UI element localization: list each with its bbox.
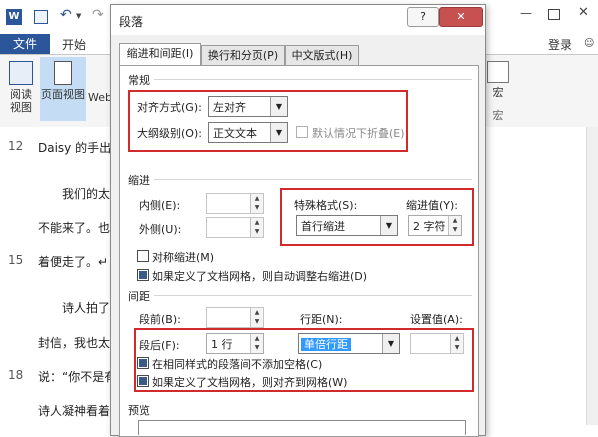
spinner-arrows-icon: ▲ ▼ xyxy=(250,218,263,237)
outline-level-value: 正文文本 xyxy=(213,127,257,140)
read-view-icon xyxy=(9,61,33,85)
preview-box xyxy=(138,420,466,435)
special-format-value: 首行缩进 xyxy=(301,220,345,233)
ribbon-collapse-icon[interactable]: ☺ xyxy=(584,38,594,49)
line-number: 18 xyxy=(8,368,24,382)
alignment-value: 左对齐 xyxy=(213,101,246,114)
chevron-down-icon: ▼ xyxy=(270,97,287,116)
spinner-arrows-icon: ▲ ▼ xyxy=(450,334,463,353)
dialog-title-bar: 段落 ? ✕ xyxy=(111,5,485,35)
space-before-spinner[interactable]: ▲ ▼ xyxy=(206,307,264,328)
inside-indent-label: 内侧(E): xyxy=(139,199,181,212)
line-number: 12 xyxy=(8,139,24,153)
indent-separator xyxy=(154,179,472,180)
collapse-label: 默认情况下折叠(E) xyxy=(312,127,405,140)
special-format-label: 特殊格式(S): xyxy=(294,199,358,212)
mirror-indent-checkbox[interactable] xyxy=(137,250,149,262)
undo-icon[interactable]: ↶ xyxy=(60,7,72,23)
auto-adjust-right-indent-label: 如果定义了文档网格，则自动调整右缩进(D) xyxy=(152,270,368,283)
dialog-title: 段落 xyxy=(119,15,144,29)
collapse-checkbox[interactable] xyxy=(296,126,308,138)
home-tab[interactable]: 开始 xyxy=(62,36,86,53)
page-view-button[interactable]: 页面视图 xyxy=(40,57,86,121)
special-format-select[interactable]: 首行缩进 ▼ xyxy=(296,215,398,236)
tab-line-page-breaks[interactable]: 换行和分页(P) xyxy=(201,45,285,66)
no-space-same-style-checkbox[interactable] xyxy=(137,357,149,369)
doc-line: 说：“你不是有 xyxy=(38,370,117,384)
line-spacing-value: 单倍行距 xyxy=(301,336,351,352)
outside-indent-spinner[interactable]: ▲ ▼ xyxy=(206,217,264,238)
macro-group-label: 宏 xyxy=(492,109,504,122)
alignment-select[interactable]: 左对齐 ▼ xyxy=(208,96,288,117)
close-button[interactable]: ✕ xyxy=(439,7,483,27)
outside-indent-label: 外侧(U): xyxy=(139,223,182,236)
mirror-indent-label: 对称缩进(M) xyxy=(152,251,215,264)
space-after-value: 1 行 xyxy=(211,338,233,351)
tab-panel: 常规 对齐方式(G): 左对齐 ▼ 大纲级别(O): 正文文本 ▼ 默认情况下折… xyxy=(119,65,479,437)
spacing-separator xyxy=(154,295,472,296)
login-link[interactable]: 登录 xyxy=(548,36,572,53)
snap-to-grid-checkbox[interactable] xyxy=(137,375,149,387)
window-maximize-icon[interactable] xyxy=(548,9,560,20)
word-logo-icon: W xyxy=(6,9,22,25)
line-spacing-select[interactable]: 单倍行距 ▼ xyxy=(298,333,400,354)
read-view-button[interactable]: 阅读 视图 xyxy=(4,61,38,114)
macro-icon xyxy=(487,61,509,83)
at-label: 设置值(A): xyxy=(410,313,463,326)
space-after-label: 段后(F): xyxy=(139,339,180,352)
chevron-down-icon: ▼ xyxy=(382,334,399,353)
doc-line: 着便走了。↵ xyxy=(38,255,109,269)
undo-dropdown-icon[interactable]: ▼ xyxy=(76,12,81,20)
read-view-label-2: 视图 xyxy=(10,101,32,114)
inside-indent-spinner[interactable]: ▲ ▼ xyxy=(206,193,264,214)
spinner-arrows-icon: ▲ ▼ xyxy=(250,308,263,327)
line-number: 15 xyxy=(8,253,24,267)
macro-label: 宏 xyxy=(492,86,504,99)
spinner-arrows-icon: ▲ ▼ xyxy=(250,334,263,353)
tab-indents-spacing[interactable]: 缩进和间距(I) xyxy=(119,43,201,67)
space-before-label: 段前(B): xyxy=(139,313,181,326)
chevron-down-icon: ▼ xyxy=(380,216,397,235)
web-view-label: Web xyxy=(88,91,112,104)
snap-to-grid-label: 如果定义了文档网格，则对齐到网格(W) xyxy=(152,376,348,389)
page-view-label: 页面视图 xyxy=(41,88,85,101)
vertical-scrollbar[interactable] xyxy=(586,127,598,425)
web-view-button[interactable]: Web xyxy=(88,91,112,104)
general-separator xyxy=(154,79,472,80)
paragraph-dialog: 段落 ? ✕ 缩进和间距(I) 换行和分页(P) 中文版式(H) 常规 对齐方式… xyxy=(110,4,486,437)
at-spinner[interactable]: ▲ ▼ xyxy=(410,333,464,354)
chevron-down-icon: ▼ xyxy=(270,123,287,142)
tab-asian-typography[interactable]: 中文版式(H) xyxy=(285,45,359,66)
space-after-spinner[interactable]: 1 行 ▲ ▼ xyxy=(206,333,264,354)
indent-section-header: 缩进 xyxy=(128,174,150,187)
spacing-section-header: 间距 xyxy=(128,290,150,303)
outline-level-select[interactable]: 正文文本 ▼ xyxy=(208,122,288,143)
general-section-header: 常规 xyxy=(128,74,150,87)
auto-adjust-right-indent-checkbox[interactable] xyxy=(137,269,149,281)
line-spacing-selected-text: 单倍行距 xyxy=(301,338,351,351)
alignment-label: 对齐方式(G): xyxy=(137,101,202,114)
spinner-arrows-icon: ▲ ▼ xyxy=(448,216,461,235)
macro-button[interactable]: 宏 xyxy=(484,61,512,99)
window-minimize-icon[interactable]: — xyxy=(520,6,532,20)
page-view-icon xyxy=(54,61,72,85)
indent-by-spinner[interactable]: 2 字符 ▲ ▼ xyxy=(408,215,462,236)
save-icon[interactable] xyxy=(34,10,48,24)
window-close-icon[interactable]: ✕ xyxy=(578,5,589,20)
indent-by-label: 缩进值(Y): xyxy=(406,199,459,212)
preview-section-header: 预览 xyxy=(128,404,150,417)
line-spacing-label: 行距(N): xyxy=(300,313,343,326)
read-view-label-1: 阅读 xyxy=(10,88,32,101)
indent-by-value: 2 字符 xyxy=(413,220,446,233)
file-tab[interactable]: 文件 xyxy=(0,34,50,55)
redo-icon[interactable]: ↷ xyxy=(92,7,104,23)
outline-level-label: 大纲级别(O): xyxy=(137,127,202,140)
spinner-arrows-icon: ▲ ▼ xyxy=(250,194,263,213)
no-space-same-style-label: 在相同样式的段落间不添加空格(C) xyxy=(152,358,323,371)
help-button[interactable]: ? xyxy=(407,7,439,27)
